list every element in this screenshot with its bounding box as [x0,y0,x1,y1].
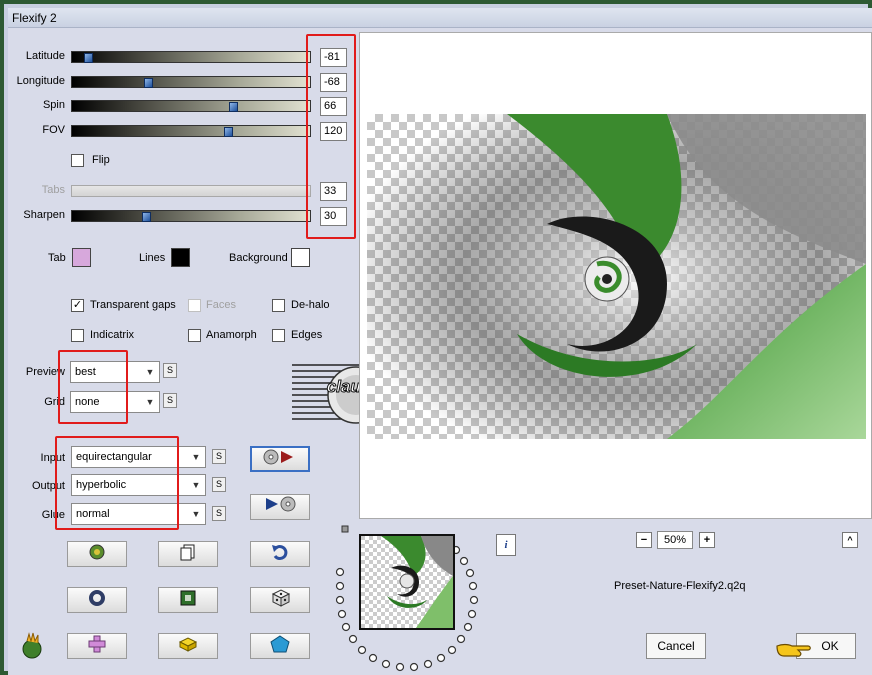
latitude-slider-thumb[interactable] [84,53,93,63]
send-to-input-button[interactable] [250,494,310,520]
longitude-label: Longitude [16,75,65,87]
cross-button[interactable] [67,633,127,659]
dice-button[interactable] [250,587,310,613]
frame-button[interactable] [158,587,218,613]
spin-slider[interactable] [71,100,311,112]
longitude-slider-thumb[interactable] [144,78,153,88]
disc-arrow-right-icon [263,449,293,465]
highlight-projection-box [55,436,179,530]
preset-name: Preset-Nature-Flexify2.q2q [614,580,746,592]
dice-icon [271,589,291,607]
glue-s-button[interactable]: S [212,506,226,521]
de-halo-label: De-halo [291,299,330,311]
green-frame-icon [180,590,196,606]
ring-button[interactable] [67,587,127,613]
sharpen-label: Sharpen [23,209,65,221]
yellow-brick-icon [178,637,198,652]
edges-label: Edges [291,329,323,341]
highlight-preview-grid-box [58,350,128,424]
zoom-level[interactable]: 50% [657,531,693,549]
globe-gear-icon [89,544,105,560]
thumbnail-render [361,536,453,628]
flip-checkbox[interactable] [71,154,84,167]
chevron-down-icon: ▼ [187,475,205,495]
fov-label: FOV [42,124,65,136]
flexify-logo-icon [22,632,42,659]
chevron-down-icon: ▼ [187,447,205,467]
cancel-button[interactable]: Cancel [646,633,706,659]
chevron-down-icon: ▼ [187,504,205,524]
plugin-logo [18,631,48,661]
title-bar: Flexify 2 [8,8,872,28]
fov-slider[interactable] [71,125,311,137]
window-title: Flexify 2 [12,11,57,25]
fov-slider-thumb[interactable] [224,127,233,137]
tab-color-swatch[interactable] [72,248,91,267]
grid-s-button[interactable]: S [163,393,177,408]
spin-slider-thumb[interactable] [229,102,238,112]
transparent-gaps-label: Transparent gaps [90,299,176,311]
pink-cross-icon [88,635,106,653]
preview-image [367,114,866,439]
highlight-values-box [306,34,356,239]
indicatrix-checkbox[interactable] [71,329,84,342]
transparent-gaps-checkbox[interactable]: ✓ [71,299,84,312]
sharpen-slider-thumb[interactable] [142,212,151,222]
longitude-slider[interactable] [71,76,311,88]
blue-pentagon-icon [270,635,290,653]
pentagon-button[interactable] [250,633,310,659]
pointing-hand-icon [774,638,814,660]
copy-page-icon [180,544,195,561]
zoom-out-button[interactable]: − [636,532,652,548]
ok-label: OK [821,639,839,653]
dialog-client: Latitude -81 Longitude -68 Spin 66 FOV 1… [8,28,872,675]
faces-checkbox [188,299,201,312]
chevron-down-icon: ▼ [141,362,159,382]
output-s-button[interactable]: S [212,477,226,492]
chevron-down-icon: ▼ [141,392,159,412]
de-halo-checkbox[interactable] [272,299,285,312]
collapse-button[interactable]: ^ [842,532,858,548]
faces-label: Faces [206,299,236,311]
indicatrix-label: Indicatrix [90,329,135,341]
tabs-label: Tabs [41,184,65,196]
sharpen-slider[interactable] [71,210,311,222]
tab-color-label: Tab [48,252,66,264]
anamorph-label: Anamorph [206,329,257,341]
preview-canvas[interactable] [359,32,872,519]
flip-label: Flip [92,154,110,166]
spin-label: Spin [42,99,65,111]
ring-icon [89,590,105,606]
copy-button[interactable] [158,541,218,567]
arrow-right-disc-icon [266,496,296,512]
navigator-thumbnail[interactable] [359,534,455,630]
background-color-label: Background [229,252,288,264]
flexify-preview-render [367,114,866,439]
latitude-label: Latitude [25,50,65,62]
window-frame: Flexify 2 Latitude -81 Longitude -68 Spi… [0,0,872,675]
brick-button[interactable] [158,633,218,659]
undo-arrow-icon [272,545,288,561]
latitude-slider[interactable] [71,51,311,63]
anamorph-checkbox[interactable] [188,329,201,342]
hand-pointer-icon [776,643,811,657]
input-s-button[interactable]: S [212,449,226,464]
edges-checkbox[interactable] [272,329,285,342]
preview-s-button[interactable]: S [163,363,177,378]
lines-color-label: Lines [139,252,166,264]
send-to-output-button[interactable] [250,446,310,472]
zoom-in-button[interactable]: + [699,532,715,548]
random-preset-button[interactable] [67,541,127,567]
tabs-slider [71,185,311,197]
undo-button[interactable] [250,541,310,567]
background-color-swatch[interactable] [291,248,310,267]
info-button[interactable]: i [496,534,516,556]
lines-color-swatch[interactable] [171,248,190,267]
